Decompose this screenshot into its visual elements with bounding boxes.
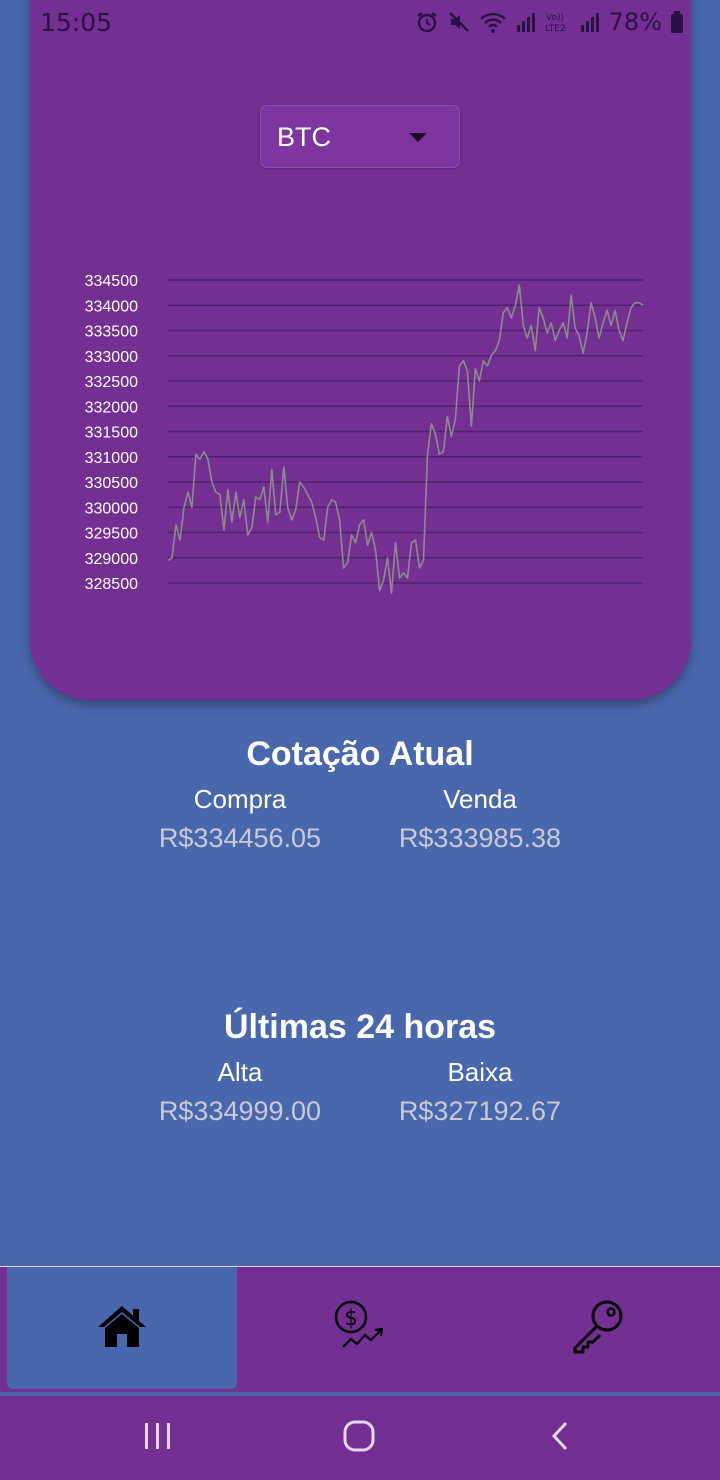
sell-column: Venda R$333985.38: [360, 784, 600, 854]
low-column: Baixa R$327192.67: [360, 1057, 600, 1127]
y-tick-label: 333500: [85, 324, 138, 341]
home-icon: [95, 1303, 149, 1354]
signal-icon: [579, 11, 601, 33]
svg-text:Vo)): Vo)): [546, 13, 564, 23]
y-tick-label: 332000: [85, 399, 138, 416]
status-time: 15:05: [40, 8, 113, 37]
buy-value: R$334456.05: [158, 823, 322, 853]
alarm-icon: [415, 10, 439, 34]
status-icons: Vo)) LTE2 78%: [415, 8, 684, 36]
bottom-nav: $: [0, 1266, 720, 1392]
home-circle-icon: [342, 1419, 376, 1458]
sell-label: Venda: [443, 784, 517, 814]
low-label: Baixa: [447, 1057, 513, 1087]
y-tick-label: 328500: [85, 576, 138, 593]
signal-icon: [515, 11, 537, 33]
mute-icon: [447, 10, 471, 34]
system-nav-bar: [0, 1396, 720, 1480]
high-column: Alta R$334999.00: [120, 1057, 360, 1127]
current-quote-section: Cotação Atual: [0, 735, 720, 774]
low-value: R$327192.67: [398, 1096, 562, 1126]
y-tick-label: 329500: [85, 526, 138, 543]
current-quote-title: Cotação Atual: [246, 735, 474, 773]
last24-title: Últimas 24 horas: [223, 1008, 497, 1046]
nav-keys[interactable]: [483, 1267, 713, 1389]
recent-apps-icon: [142, 1421, 174, 1456]
y-tick-label: 330000: [85, 500, 138, 517]
chart-series: [167, 284, 644, 594]
y-tick-label: 329000: [85, 551, 138, 568]
battery-percent: 78%: [608, 8, 662, 36]
money-growth-icon: $: [333, 1299, 387, 1358]
high-label: Alta: [217, 1057, 263, 1087]
y-tick-label: 333000: [85, 349, 138, 366]
price-chart: 334500 334000 333500 333000 332500 332000 3315…: [85, 273, 644, 594]
back-button[interactable]: [530, 1416, 590, 1460]
buy-label: Compra: [193, 784, 287, 814]
status-bar: 15:05 Vo)) LTE2 78%: [0, 0, 720, 44]
chart-grid: [168, 279, 643, 584]
wifi-icon: [479, 10, 507, 34]
nav-quotes[interactable]: $: [245, 1267, 475, 1389]
battery-icon: [670, 10, 684, 34]
y-tick-label: 331000: [85, 450, 138, 467]
sell-value: R$333985.38: [398, 823, 562, 853]
chart-y-ticks: 334500 334000 333500 333000 332500 332000 3315…: [85, 273, 138, 593]
volte-icon: Vo)) LTE2: [545, 10, 571, 34]
key-icon: [569, 1297, 627, 1360]
y-tick-label: 330500: [85, 475, 138, 492]
y-tick-label: 334000: [85, 298, 138, 315]
recent-apps-button[interactable]: [128, 1416, 188, 1460]
y-tick-label: 331500: [85, 425, 138, 442]
svg-text:$: $: [344, 1306, 357, 1330]
back-icon: [548, 1420, 572, 1457]
y-tick-label: 332500: [85, 374, 138, 391]
high-value: R$334999.00: [158, 1096, 322, 1126]
svg-text:LTE2: LTE2: [545, 24, 566, 34]
home-system-button[interactable]: [329, 1416, 389, 1460]
last24-section: Últimas 24 horas: [0, 1008, 720, 1047]
series-line: [167, 284, 644, 594]
y-tick-label: 334500: [85, 273, 138, 290]
nav-home[interactable]: [7, 1267, 237, 1389]
buy-column: Compra R$334456.05: [120, 784, 360, 854]
